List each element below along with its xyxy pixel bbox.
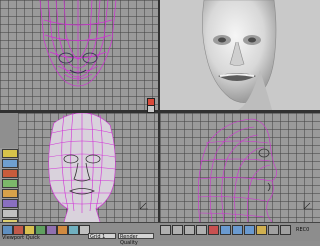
scene-icon[interactable] xyxy=(35,225,46,235)
orbit-icon[interactable] xyxy=(244,225,255,235)
camera-icon[interactable] xyxy=(268,225,279,235)
animation-icon[interactable] xyxy=(46,225,57,235)
camera-tool-icon[interactable] xyxy=(2,209,18,218)
render-icon[interactable] xyxy=(13,225,24,235)
viewport-layout-controls xyxy=(145,98,161,113)
cube-tool-icon[interactable] xyxy=(2,199,18,208)
grid-field[interactable]: Grid 1 xyxy=(88,233,116,240)
tool-palette xyxy=(0,148,19,228)
viewport-front[interactable] xyxy=(0,0,158,110)
scale-tool-icon[interactable] xyxy=(2,179,18,188)
timeline-icon[interactable] xyxy=(68,225,79,235)
axis-gizmo-icon xyxy=(139,201,148,210)
play-icon[interactable] xyxy=(160,225,171,235)
pan-icon[interactable] xyxy=(232,225,243,235)
rewind-icon[interactable] xyxy=(184,225,195,235)
render-quality-field[interactable]: Render Quality xyxy=(118,233,154,246)
zoom-icon[interactable] xyxy=(220,225,231,235)
viewport-mode-icon[interactable] xyxy=(2,225,13,235)
grid-icon[interactable] xyxy=(280,225,291,235)
select-tool-icon[interactable] xyxy=(2,149,18,158)
shaded-face-render xyxy=(202,0,277,110)
front-wireframe-head xyxy=(39,0,117,87)
rotate-tool-icon[interactable] xyxy=(2,169,18,178)
viewport-perspective[interactable] xyxy=(160,0,320,110)
light-icon[interactable] xyxy=(256,225,267,235)
record-icon[interactable] xyxy=(208,225,219,235)
forward-icon[interactable] xyxy=(196,225,207,235)
material-icon[interactable] xyxy=(24,225,35,235)
axis-gizmo-icon xyxy=(303,201,312,210)
move-tool-icon[interactable] xyxy=(2,159,18,168)
bottom-toolbar: Viewport Quick Grid 1 Render Quality REC… xyxy=(0,222,320,246)
viewport-camera[interactable] xyxy=(18,113,158,222)
restore-viewport-button[interactable] xyxy=(147,105,155,113)
viewport-quick-label: Viewport Quick xyxy=(2,235,40,241)
record-status: REC0 xyxy=(296,227,310,233)
keyframe-icon[interactable] xyxy=(57,225,68,235)
camera-wireframe-head xyxy=(48,113,148,222)
stop-icon[interactable] xyxy=(172,225,183,235)
sphere-tool-icon[interactable] xyxy=(2,189,18,198)
viewport-side[interactable] xyxy=(160,113,320,222)
side-wireframe-head xyxy=(197,118,312,222)
